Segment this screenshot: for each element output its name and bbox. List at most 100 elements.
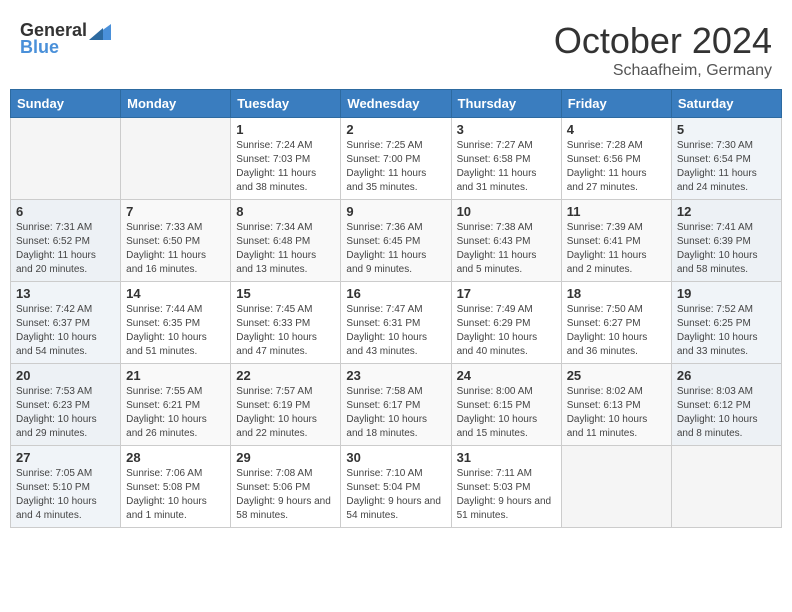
day-info: Sunrise: 8:03 AMSunset: 6:12 PMDaylight:… (677, 385, 776, 441)
calendar-day-cell: 1Sunrise: 7:24 AMSunset: 7:03 PMDaylight… (231, 118, 341, 200)
day-info: Sunrise: 7:50 AMSunset: 6:27 PMDaylight:… (567, 303, 666, 359)
calendar-day-cell: 11 Sunrise: 7:39 AMSunset: 6:41 PMDayligh… (561, 200, 671, 282)
day-info: Sunrise: 7:33 AMSunset: 6:50 PMDaylight:… (126, 221, 225, 277)
day-info: Sunrise: 7:57 AMSunset: 6:19 PMDaylight:… (236, 385, 335, 441)
calendar-day-cell: 5 Sunrise: 7:30 AMSunset: 6:54 PMDaylight… (671, 118, 781, 200)
calendar-day-cell: 6 Sunrise: 7:31 AMSunset: 6:52 PMDaylight… (11, 200, 121, 282)
day-number: 3 (457, 122, 556, 137)
day-number: 5 (677, 122, 776, 137)
day-number: 13 (16, 286, 115, 301)
day-number: 27 (16, 450, 115, 465)
day-info: Sunrise: 7:36 AMSunset: 6:45 PMDaylight:… (346, 221, 445, 277)
calendar-day-cell: 25 Sunrise: 8:02 AMSunset: 6:13 PMDayligh… (561, 364, 671, 446)
weekday-header: Friday (561, 90, 671, 118)
day-info: Sunrise: 7:49 AMSunset: 6:29 PMDaylight:… (457, 303, 556, 359)
day-number: 10 (457, 204, 556, 219)
calendar-day-cell: 8 Sunrise: 7:34 AMSunset: 6:48 PMDaylight… (231, 200, 341, 282)
day-info: Sunrise: 8:02 AMSunset: 6:13 PMDaylight:… (567, 385, 666, 441)
day-number: 9 (346, 204, 445, 219)
calendar-day-cell: 16 Sunrise: 7:47 AMSunset: 6:31 PMDayligh… (341, 282, 451, 364)
day-info: Sunrise: 7:08 AMSunset: 5:06 PMDaylight:… (236, 467, 335, 523)
day-number: 31 (457, 450, 556, 465)
calendar-day-cell: 10 Sunrise: 7:38 AMSunset: 6:43 PMDayligh… (451, 200, 561, 282)
calendar-day-cell: 17 Sunrise: 7:49 AMSunset: 6:29 PMDayligh… (451, 282, 561, 364)
day-info: Sunrise: 7:45 AMSunset: 6:33 PMDaylight:… (236, 303, 335, 359)
day-number: 6 (16, 204, 115, 219)
day-info: Sunrise: 7:47 AMSunset: 6:31 PMDaylight:… (346, 303, 445, 359)
day-info: Sunrise: 7:53 AMSunset: 6:23 PMDaylight:… (16, 385, 115, 441)
day-number: 22 (236, 368, 335, 383)
day-number: 18 (567, 286, 666, 301)
logo-icon (89, 24, 111, 40)
calendar-day-cell: 29 Sunrise: 7:08 AMSunset: 5:06 PMDayligh… (231, 446, 341, 528)
calendar-day-cell: 20 Sunrise: 7:53 AMSunset: 6:23 PMDayligh… (11, 364, 121, 446)
day-info: Sunrise: 7:31 AMSunset: 6:52 PMDaylight:… (16, 221, 115, 277)
calendar-week-row: 27 Sunrise: 7:05 AMSunset: 5:10 PMDayligh… (11, 446, 782, 528)
calendar-day-cell: 30 Sunrise: 7:10 AMSunset: 5:04 PMDayligh… (341, 446, 451, 528)
day-info: Sunrise: 7:34 AMSunset: 6:48 PMDaylight:… (236, 221, 335, 277)
day-info: Sunrise: 7:10 AMSunset: 5:04 PMDaylight:… (346, 467, 445, 523)
day-number: 14 (126, 286, 225, 301)
day-info: Sunrise: 7:44 AMSunset: 6:35 PMDaylight:… (126, 303, 225, 359)
day-info: Sunrise: 7:30 AMSunset: 6:54 PMDaylight:… (677, 139, 776, 195)
day-number: 11 (567, 204, 666, 219)
calendar-day-cell: 12Sunrise: 7:41 AMSunset: 6:39 PMDayligh… (671, 200, 781, 282)
day-number: 21 (126, 368, 225, 383)
day-info: Sunrise: 7:27 AMSunset: 6:58 PMDaylight:… (457, 139, 556, 195)
calendar-day-cell: 26 Sunrise: 8:03 AMSunset: 6:12 PMDayligh… (671, 364, 781, 446)
calendar-day-cell: 21 Sunrise: 7:55 AMSunset: 6:21 PMDayligh… (121, 364, 231, 446)
day-number: 19 (677, 286, 776, 301)
day-number: 25 (567, 368, 666, 383)
day-number: 7 (126, 204, 225, 219)
day-number: 26 (677, 368, 776, 383)
day-info: Sunrise: 7:41 AMSunset: 6:39 PMDaylight:… (677, 221, 776, 277)
calendar-table: SundayMondayTuesdayWednesdayThursdayFrid… (10, 89, 782, 528)
weekday-header: Monday (121, 90, 231, 118)
location-subtitle: Schaafheim, Germany (554, 62, 772, 80)
day-info: Sunrise: 7:38 AMSunset: 6:43 PMDaylight:… (457, 221, 556, 277)
calendar-day-cell: 24Sunrise: 8:00 AMSunset: 6:15 PMDayligh… (451, 364, 561, 446)
day-number: 8 (236, 204, 335, 219)
calendar-day-cell: 2Sunrise: 7:25 AMSunset: 7:00 PMDaylight… (341, 118, 451, 200)
day-number: 30 (346, 450, 445, 465)
calendar-week-row: 1Sunrise: 7:24 AMSunset: 7:03 PMDaylight… (11, 118, 782, 200)
title-block: October 2024 Schaafheim, Germany (554, 20, 772, 80)
day-number: 17 (457, 286, 556, 301)
day-number: 29 (236, 450, 335, 465)
day-info: Sunrise: 7:42 AMSunset: 6:37 PMDaylight:… (16, 303, 115, 359)
day-info: Sunrise: 7:52 AMSunset: 6:25 PMDaylight:… (677, 303, 776, 359)
calendar-day-cell: 18 Sunrise: 7:50 AMSunset: 6:27 PMDayligh… (561, 282, 671, 364)
page-header: General Blue October 2024 Schaafheim, Ge… (10, 10, 782, 85)
day-number: 16 (346, 286, 445, 301)
day-number: 24 (457, 368, 556, 383)
calendar-day-cell: 22 Sunrise: 7:57 AMSunset: 6:19 PMDayligh… (231, 364, 341, 446)
day-number: 4 (567, 122, 666, 137)
calendar-empty-cell (561, 446, 671, 528)
day-number: 23 (346, 368, 445, 383)
logo: General Blue (20, 20, 111, 58)
calendar-empty-cell (11, 118, 121, 200)
calendar-day-cell: 19 Sunrise: 7:52 AMSunset: 6:25 PMDayligh… (671, 282, 781, 364)
day-info: Sunrise: 7:55 AMSunset: 6:21 PMDaylight:… (126, 385, 225, 441)
calendar-day-cell: 14 Sunrise: 7:44 AMSunset: 6:35 PMDayligh… (121, 282, 231, 364)
day-info: Sunrise: 7:05 AMSunset: 5:10 PMDaylight:… (16, 467, 115, 523)
calendar-week-row: 6 Sunrise: 7:31 AMSunset: 6:52 PMDaylight… (11, 200, 782, 282)
day-number: 1 (236, 122, 335, 137)
calendar-empty-cell (121, 118, 231, 200)
calendar-empty-cell (671, 446, 781, 528)
weekday-header-row: SundayMondayTuesdayWednesdayThursdayFrid… (11, 90, 782, 118)
calendar-day-cell: 3 Sunrise: 7:27 AMSunset: 6:58 PMDaylight… (451, 118, 561, 200)
calendar-week-row: 13 Sunrise: 7:42 AMSunset: 6:37 PMDayligh… (11, 282, 782, 364)
day-number: 20 (16, 368, 115, 383)
calendar-day-cell: 31 Sunrise: 7:11 AMSunset: 5:03 PMDayligh… (451, 446, 561, 528)
day-info: Sunrise: 7:39 AMSunset: 6:41 PMDaylight:… (567, 221, 666, 277)
logo-blue: Blue (20, 37, 59, 58)
day-info: Sunrise: 7:11 AMSunset: 5:03 PMDaylight:… (457, 467, 556, 523)
calendar-day-cell: 28Sunrise: 7:06 AMSunset: 5:08 PMDayligh… (121, 446, 231, 528)
calendar-week-row: 20 Sunrise: 7:53 AMSunset: 6:23 PMDayligh… (11, 364, 782, 446)
calendar-day-cell: 7 Sunrise: 7:33 AMSunset: 6:50 PMDaylight… (121, 200, 231, 282)
weekday-header: Saturday (671, 90, 781, 118)
calendar-day-cell: 4Sunrise: 7:28 AMSunset: 6:56 PMDaylight… (561, 118, 671, 200)
day-info: Sunrise: 7:06 AMSunset: 5:08 PMDaylight:… (126, 467, 225, 523)
weekday-header: Thursday (451, 90, 561, 118)
